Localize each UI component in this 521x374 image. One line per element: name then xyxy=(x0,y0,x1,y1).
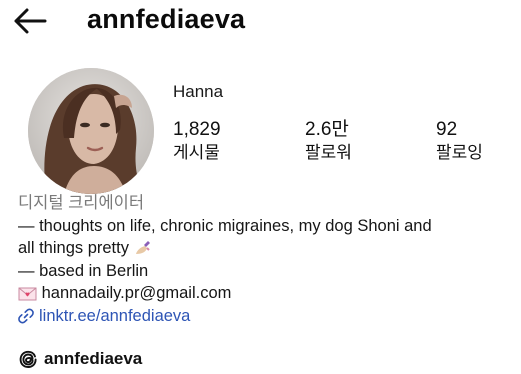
bio-line: all things pretty xyxy=(18,237,521,260)
posts-count-value: 1,829 xyxy=(173,119,221,140)
following-count[interactable]: 92 팔로잉 xyxy=(436,119,483,165)
bio-line-text: all things pretty xyxy=(18,239,129,257)
bio-link-text: linktr.ee/annfediaeva xyxy=(39,306,191,325)
posts-count-label: 게시물 xyxy=(173,143,220,162)
bio-email-line: hannadaily.pr@gmail.com xyxy=(18,282,521,305)
love-letter-icon xyxy=(18,287,37,301)
threads-icon xyxy=(19,350,37,368)
threads-handle: annfediaeva xyxy=(44,349,143,368)
avatar[interactable] xyxy=(28,68,154,194)
profile-bio: 디지털 크리에이터 — thoughts on life, chronic mi… xyxy=(18,192,521,330)
bio-line: — based in Berlin xyxy=(18,261,149,280)
profile-photo xyxy=(28,68,154,194)
arrow-left-icon xyxy=(14,8,47,34)
profile-header: annfediaeva xyxy=(0,0,521,44)
bio-link[interactable]: linktr.ee/annfediaeva xyxy=(18,305,190,328)
posts-count[interactable]: 1,829 게시물 xyxy=(173,119,221,165)
bio-line: — thoughts on life, chronic migraines, m… xyxy=(18,216,432,235)
followers-count-label: 팔로워 xyxy=(305,143,352,162)
followers-count-value: 2.6만 xyxy=(305,119,349,140)
profile-category: 디지털 크리에이터 xyxy=(18,194,145,212)
followers-count[interactable]: 2.6만 팔로워 xyxy=(305,119,352,165)
profile-display-name: Hanna xyxy=(173,82,224,101)
back-button[interactable] xyxy=(12,6,48,36)
nail-polish-icon xyxy=(135,241,150,254)
bio-email: hannadaily.pr@gmail.com xyxy=(41,284,232,302)
threads-badge[interactable]: annfediaeva xyxy=(18,349,142,369)
bio-link-line: linktr.ee/annfediaeva xyxy=(18,305,521,331)
profile-username: annfediaeva xyxy=(87,4,246,34)
link-icon xyxy=(18,308,34,324)
following-count-value: 92 xyxy=(436,119,458,140)
following-count-label: 팔로잉 xyxy=(436,143,483,162)
